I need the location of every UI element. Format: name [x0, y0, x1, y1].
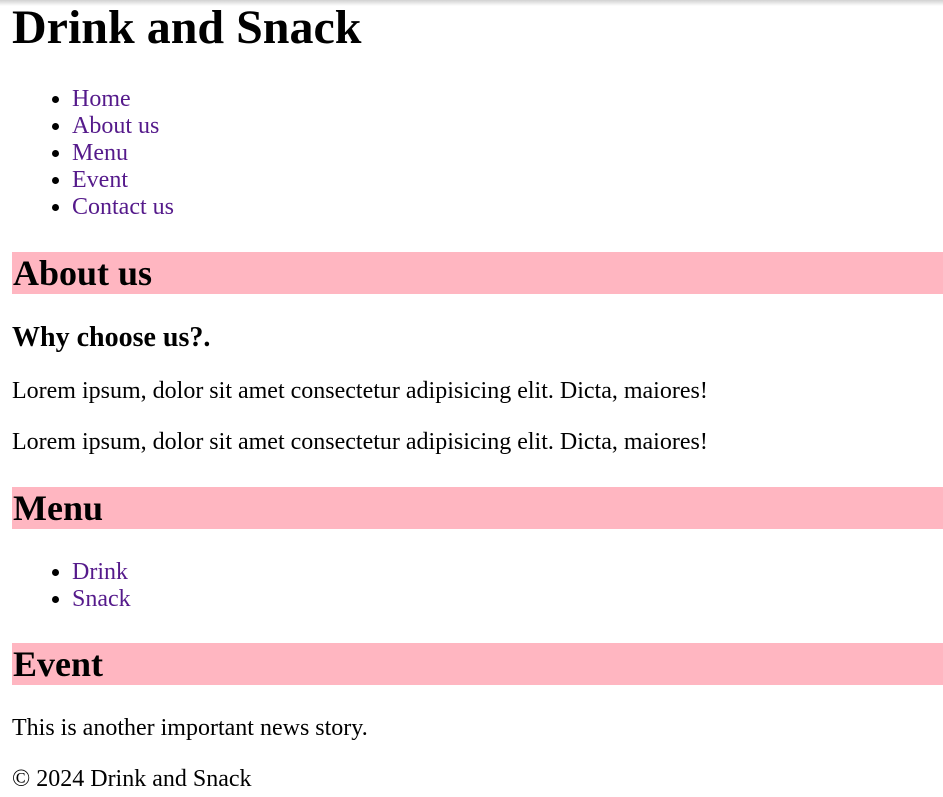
nav-link-event[interactable]: Event	[72, 167, 128, 193]
nav-item-menu: Menu	[72, 140, 943, 167]
about-paragraph-2: Lorem ipsum, dolor sit amet consectetur …	[12, 429, 708, 455]
menu-section: Menu Drink Snack	[12, 487, 943, 613]
nav-link-about[interactable]: About us	[72, 113, 159, 139]
menu-item-snack: Snack	[72, 586, 943, 613]
nav-item-home: Home	[72, 86, 943, 113]
menu-item-drink: Drink	[72, 559, 943, 586]
about-section: About us Why choose us?. Lorem ipsum, do…	[12, 252, 943, 456]
footer-copyright: © 2024 Drink and Snack	[12, 766, 252, 792]
event-text: This is another important news story.	[12, 715, 368, 741]
top-shadow	[0, 0, 943, 6]
event-heading: Event	[12, 643, 943, 685]
about-subheading: Why choose us?.	[12, 322, 211, 353]
nav-link-contact[interactable]: Contact us	[72, 194, 174, 220]
menu-link-snack[interactable]: Snack	[72, 586, 131, 612]
nav-item-event: Event	[72, 167, 943, 194]
menu-list: Drink Snack	[12, 559, 943, 613]
about-heading: About us	[12, 252, 943, 294]
event-section: Event This is another important news sto…	[12, 643, 943, 742]
main-nav: Home About us Menu Event Contact us	[12, 86, 943, 221]
nav-link-home[interactable]: Home	[72, 86, 131, 112]
site-title: Drink and Snack	[12, 1, 362, 54]
nav-item-about: About us	[72, 113, 943, 140]
nav-link-menu[interactable]: Menu	[72, 140, 128, 166]
about-paragraph-1: Lorem ipsum, dolor sit amet consectetur …	[12, 378, 708, 404]
footer: © 2024 Drink and Snack	[12, 766, 943, 793]
nav-item-contact: Contact us	[72, 194, 943, 221]
menu-link-drink[interactable]: Drink	[72, 559, 128, 585]
page: Drink and Snack Home About us Menu Event…	[0, 0, 943, 793]
menu-heading: Menu	[12, 487, 943, 529]
